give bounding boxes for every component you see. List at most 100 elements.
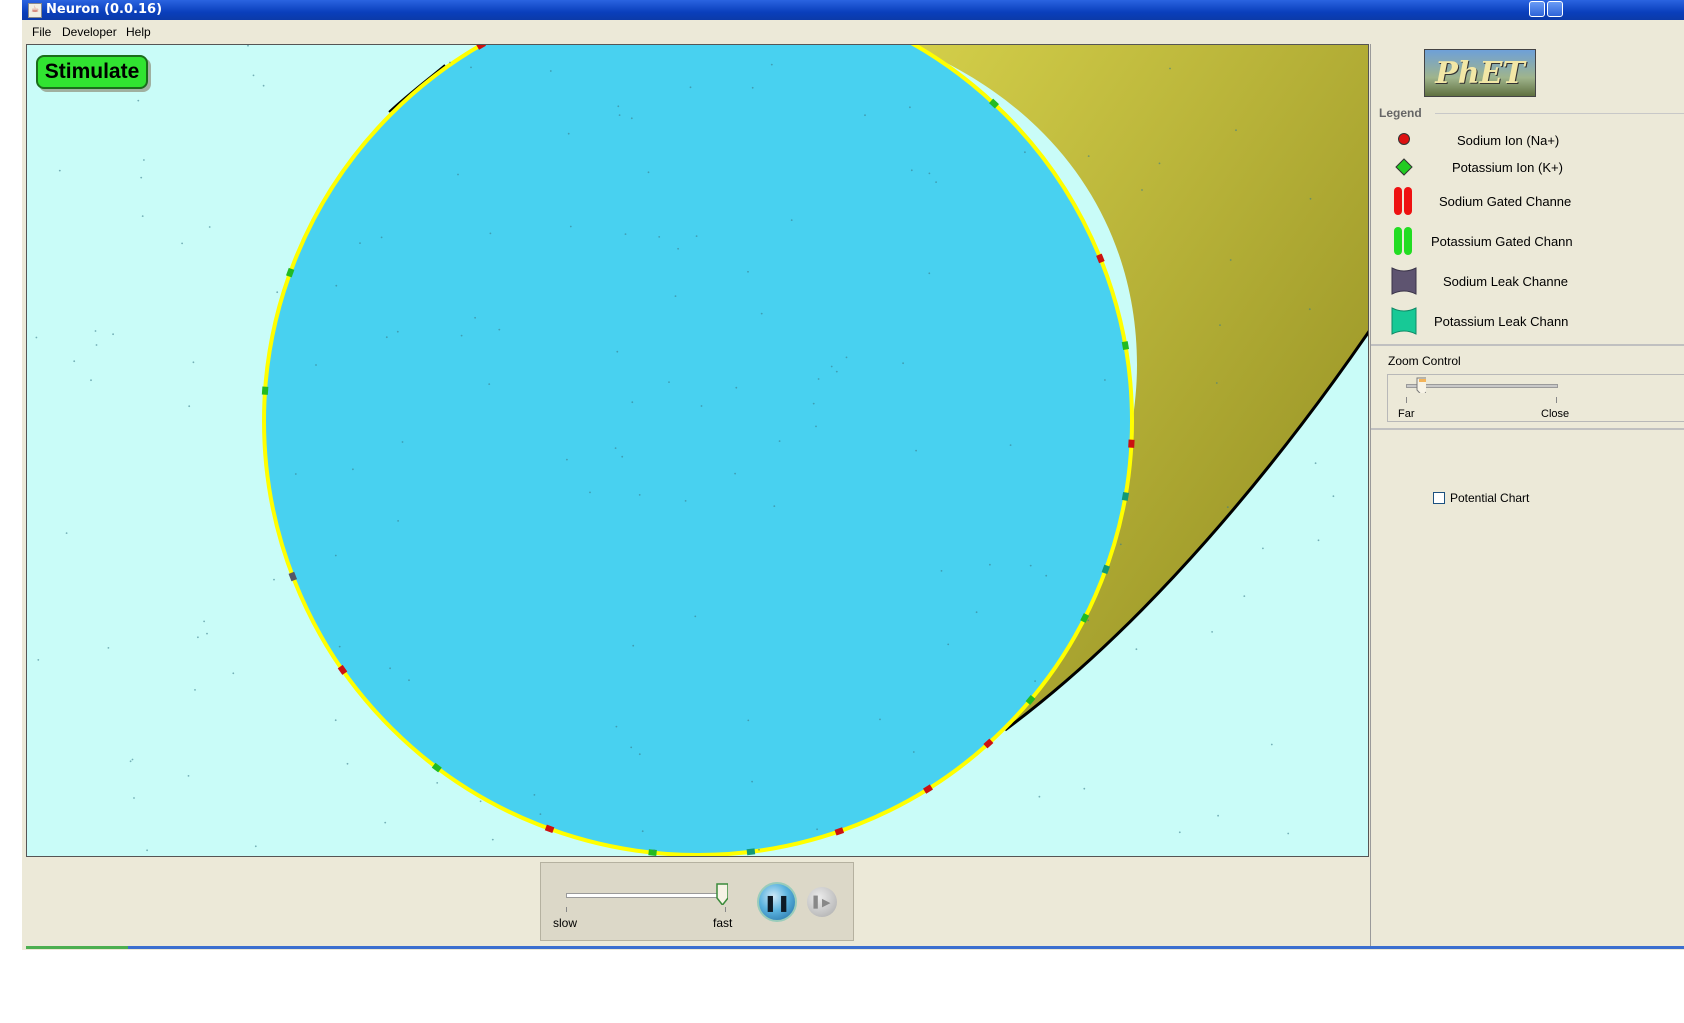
ion-particle bbox=[773, 505, 776, 507]
zoom-slider-thumb[interactable] bbox=[1416, 377, 1426, 393]
stimulate-button[interactable]: Stimulate bbox=[36, 55, 148, 89]
desktop-edge bbox=[0, 0, 22, 1023]
ion-particle bbox=[647, 171, 650, 174]
ion-particle bbox=[638, 753, 641, 756]
ion-particle bbox=[947, 643, 950, 646]
ion-particle bbox=[1024, 151, 1026, 154]
ion-particle bbox=[1215, 382, 1218, 384]
ion-particle bbox=[1219, 324, 1221, 326]
ion-particle bbox=[276, 291, 279, 294]
window-title: Neuron (0.0.16) bbox=[46, 2, 163, 17]
legend-sodium-gated: Sodium Gated Channe bbox=[1371, 184, 1684, 215]
speed-tick-fast bbox=[725, 907, 726, 912]
zoom-close-label: Close bbox=[1541, 408, 1570, 420]
speed-fast-label: fast bbox=[713, 916, 733, 930]
ion-particle bbox=[385, 336, 388, 339]
ion-particle bbox=[747, 719, 750, 722]
ion-particle bbox=[1270, 743, 1273, 746]
menu-help[interactable]: Help bbox=[126, 25, 151, 39]
potassium-ion-icon bbox=[1395, 158, 1413, 176]
ion-particle bbox=[700, 405, 703, 407]
speed-slider-track[interactable] bbox=[566, 893, 728, 898]
ion-particle bbox=[203, 620, 206, 623]
potential-chart-label: Potential Chart bbox=[1450, 491, 1530, 505]
ion-particle bbox=[58, 169, 61, 172]
ion-particle bbox=[751, 780, 753, 783]
ion-particle bbox=[790, 219, 793, 222]
legend-divider bbox=[1435, 113, 1684, 114]
pause-button[interactable]: ❚❚ bbox=[757, 882, 797, 922]
zoom-tick-far bbox=[1406, 397, 1407, 403]
ion-particle bbox=[129, 760, 132, 763]
checkbox-box[interactable] bbox=[1433, 492, 1445, 504]
ion-particle bbox=[1309, 197, 1312, 200]
maximize-icon[interactable] bbox=[1547, 1, 1563, 17]
minimize-icon[interactable] bbox=[1529, 1, 1545, 17]
ion-particle bbox=[1119, 543, 1122, 546]
potassium-gated-channel-icon bbox=[1394, 227, 1412, 255]
ion-particle bbox=[566, 458, 568, 461]
ion-particle bbox=[1211, 631, 1213, 633]
ion-particle bbox=[247, 45, 249, 47]
ion-particle bbox=[359, 242, 361, 245]
ion-particle bbox=[37, 659, 40, 661]
phet-logo[interactable]: PhET bbox=[1424, 49, 1536, 97]
neuron-drawing bbox=[35, 45, 1368, 856]
menu-developer[interactable]: Developer bbox=[62, 25, 117, 39]
potential-chart-checkbox[interactable]: Potential Chart bbox=[1433, 491, 1529, 505]
ion-particle bbox=[624, 233, 627, 236]
legend-label: Potassium Leak Chann bbox=[1434, 314, 1569, 329]
membrane-channel bbox=[648, 849, 657, 856]
menu-bar: File Developer Help bbox=[22, 21, 1684, 43]
ion-particle bbox=[621, 455, 624, 458]
ion-particle bbox=[1087, 619, 1090, 622]
ion-particle bbox=[940, 570, 943, 572]
ion-particle bbox=[658, 236, 661, 238]
ion-particle bbox=[491, 838, 494, 841]
control-panel: PhET Legend Sodium Ion (Na+) Potassium I… bbox=[1370, 44, 1684, 947]
ion-particle bbox=[112, 333, 114, 336]
ion-particle bbox=[1029, 564, 1032, 567]
ion-particle bbox=[262, 84, 265, 87]
legend-label: Sodium Leak Channe bbox=[1443, 274, 1569, 289]
java-icon: ☕ bbox=[28, 3, 42, 18]
zoom-label: Zoom Control bbox=[1388, 354, 1461, 368]
ion-particle bbox=[674, 295, 677, 297]
ion-particle bbox=[335, 284, 338, 287]
ion-particle bbox=[197, 636, 199, 639]
speed-slider-thumb[interactable] bbox=[716, 883, 728, 905]
ion-particle bbox=[815, 425, 817, 428]
sodium-gated-channel-icon bbox=[1394, 187, 1412, 215]
ion-particle bbox=[641, 830, 644, 833]
zoom-slider-track[interactable] bbox=[1406, 384, 1558, 388]
ion-particle bbox=[935, 181, 937, 184]
ion-particle bbox=[107, 647, 110, 649]
menu-file[interactable]: File bbox=[32, 25, 51, 39]
ion-particle bbox=[334, 719, 337, 722]
ion-particle bbox=[187, 775, 190, 777]
ion-particle bbox=[346, 762, 349, 765]
status-strip bbox=[26, 946, 1684, 949]
ion-particle bbox=[498, 328, 501, 331]
ion-particle bbox=[397, 520, 399, 522]
ion-particle bbox=[1083, 787, 1086, 790]
ion-particle bbox=[1332, 495, 1335, 498]
ion-particle bbox=[1287, 832, 1290, 835]
ion-particle bbox=[479, 800, 482, 803]
step-button[interactable]: ▌▶ bbox=[807, 887, 837, 917]
simulation-canvas[interactable]: Stimulate bbox=[26, 44, 1369, 857]
ion-particle bbox=[1308, 308, 1311, 311]
ion-particle bbox=[1235, 129, 1237, 132]
ion-particle bbox=[140, 176, 143, 179]
speed-tick-slow bbox=[566, 907, 567, 912]
ion-particle bbox=[677, 247, 679, 250]
title-bar[interactable]: ☕ Neuron (0.0.16) bbox=[22, 0, 1684, 20]
ion-particle bbox=[460, 334, 463, 337]
ion-particle bbox=[812, 402, 815, 405]
ion-particle bbox=[734, 472, 736, 475]
ion-particle bbox=[401, 441, 404, 443]
ion-particle bbox=[615, 725, 618, 728]
ion-particle bbox=[188, 405, 191, 408]
ion-particle bbox=[735, 386, 738, 389]
legend-potassium-gated: Potassium Gated Chann bbox=[1371, 224, 1684, 255]
